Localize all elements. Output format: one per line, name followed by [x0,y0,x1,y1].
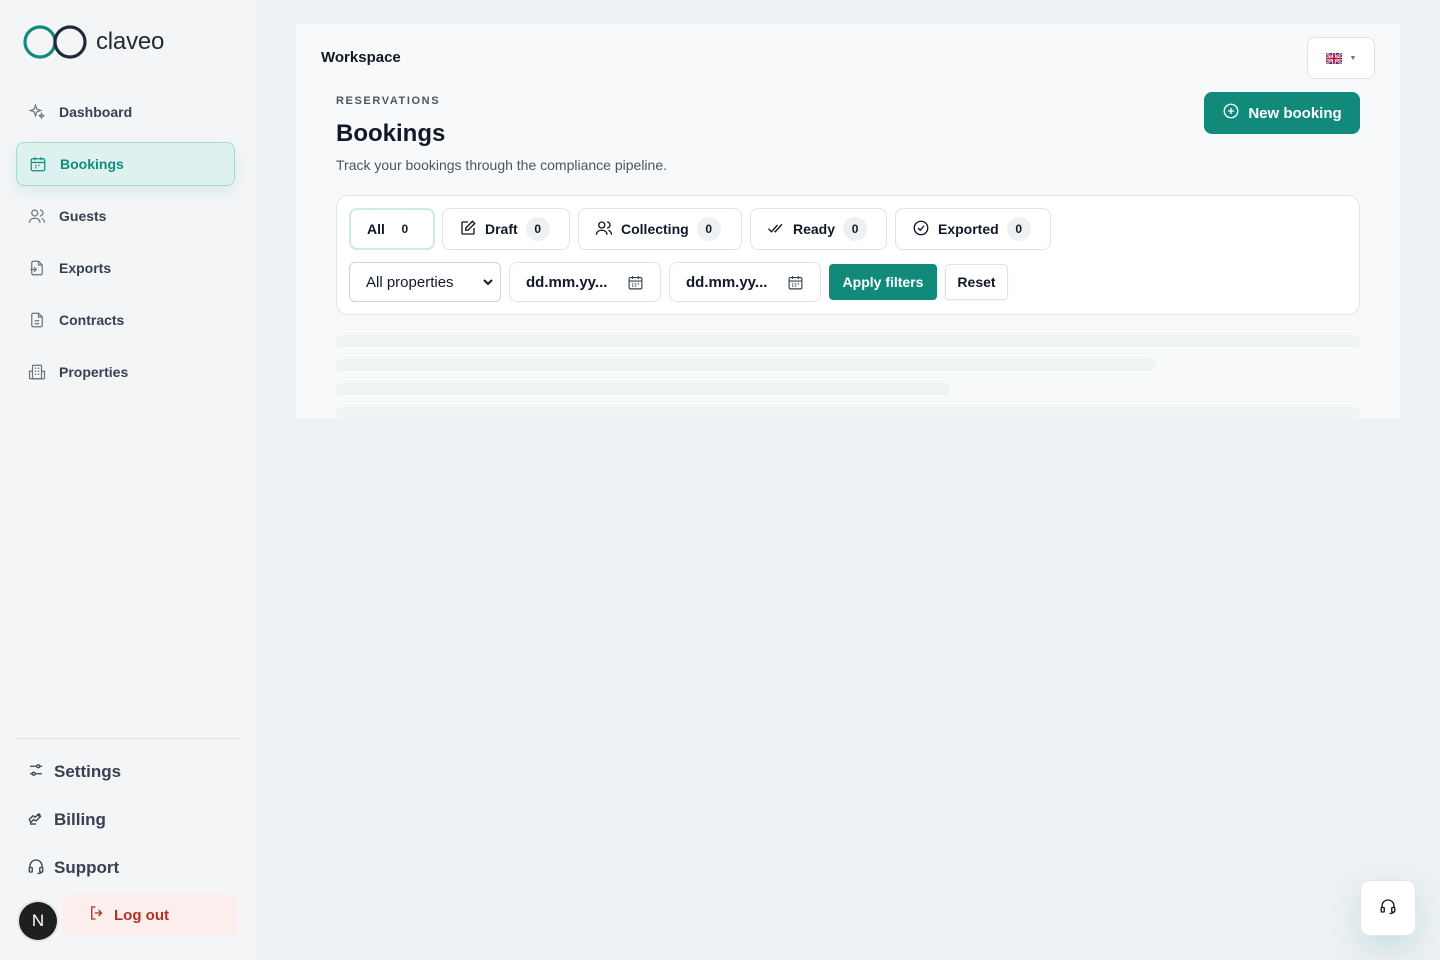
sliders-icon [27,761,45,784]
tab-ready[interactable]: Ready 0 [750,208,887,250]
tab-label: Collecting [621,221,689,237]
chevron-down-icon [483,279,493,286]
users-icon [595,219,613,240]
tab-all[interactable]: All 0 [349,208,435,250]
tab-count: 0 [1006,217,1031,241]
tab-count: 0 [843,217,868,241]
calendar-icon [29,155,47,173]
skeleton-row [336,407,1360,419]
sidebar-item-label: Bookings [60,156,124,172]
language-switcher[interactable]: ▼ [1307,37,1375,79]
sidebar-item-contracts[interactable]: Contracts [16,298,235,342]
date-from-value: dd.mm.yy... [526,273,608,291]
new-booking-button[interactable]: New booking [1204,92,1360,134]
sidebar-item-label: Billing [54,810,106,829]
export-file-icon [28,259,46,277]
sidebar-item-label: Guests [59,208,107,224]
page-title: Bookings [336,120,446,147]
property-select[interactable]: All properties [349,262,501,302]
sidebar-item-settings[interactable]: Settings [16,750,239,794]
workspace-title: Workspace [321,49,401,66]
plus-circle-icon [1222,102,1240,124]
sidebar-item-label: Exports [59,260,112,276]
page-subtitle: Track your bookings through the complian… [336,157,668,173]
avatar[interactable]: N [19,902,57,940]
uk-flag-icon [1325,52,1342,64]
page-overline: RESERVATIONS [336,95,441,107]
new-booking-label: New booking [1248,104,1342,122]
sidebar-item-billing[interactable]: Billing [16,798,239,842]
calendar-icon [628,276,643,290]
logout-icon [88,904,106,926]
calendar-icon [788,276,803,290]
sidebar-item-support[interactable]: Support [16,846,239,890]
tab-exported[interactable]: Exported 0 [895,208,1051,250]
building-icon [28,363,46,381]
billing-icon [27,809,45,832]
property-select-value: All properties [366,273,454,291]
sidebar-item-label: Dashboard [59,104,133,120]
sidebar-item-exports[interactable]: Exports [16,246,235,290]
sidebar-item-dashboard[interactable]: Dashboard [16,90,235,134]
brand-name: claveo [96,28,165,55]
account-row: N Log out [16,893,239,940]
caret-down-icon: ▼ [1349,54,1357,62]
sidebar-item-label: Settings [54,762,122,781]
support-chat-button[interactable] [1360,880,1416,936]
edit-icon [459,219,477,240]
tab-count: 0 [525,217,550,241]
sidebar-item-label: Properties [59,364,129,380]
sidebar: claveo Dashboard Bookings Guests Exports [0,0,256,960]
tab-label: Draft [485,221,518,237]
sidebar-item-label: Support [54,858,120,877]
sidebar-bottom: Settings Billing Support [16,750,239,894]
sidebar-nav: Dashboard Bookings Guests Exports Contra… [16,90,235,402]
logout-label: Log out [114,906,169,924]
users-icon [28,207,46,225]
date-to-input[interactable]: dd.mm.yy... [669,262,821,302]
tab-collecting[interactable]: Collecting 0 [578,208,742,250]
tab-draft[interactable]: Draft 0 [442,208,570,250]
check-circle-icon [912,219,930,240]
tab-label: Ready [793,221,836,237]
tab-label: Exported [938,221,999,237]
sidebar-item-properties[interactable]: Properties [16,350,235,394]
tab-count: 0 [401,222,409,236]
date-to-value: dd.mm.yy... [686,273,768,291]
skeleton-row [336,335,1360,347]
sidebar-divider [16,738,239,739]
skeleton-row [336,359,1156,371]
sidebar-item-bookings[interactable]: Bookings [16,142,235,186]
headset-icon [27,857,45,880]
date-from-input[interactable]: dd.mm.yy... [509,262,661,302]
logo-icon [23,25,87,59]
tab-label: All [367,221,385,237]
reset-button[interactable]: Reset [945,264,1008,300]
sidebar-item-label: Contracts [59,312,125,328]
document-icon [28,311,46,329]
avatar-initial: N [31,911,45,930]
skeleton-row [336,383,950,395]
sparkles-icon [28,103,46,121]
main-card: Workspace ▼ RESERVATIONS Bookings Track … [296,24,1400,419]
apply-filters-button[interactable]: Apply filters [829,264,937,300]
filter-panel: All 0 Draft 0 Collecting 0 Ready 0 Expor… [336,195,1360,315]
headset-icon [1379,897,1397,920]
sidebar-item-guests[interactable]: Guests [16,194,235,238]
brand-logo[interactable]: claveo [22,24,164,60]
double-check-icon [767,219,785,240]
tab-count: 0 [696,217,721,241]
logout-button[interactable]: Log out [62,894,238,936]
